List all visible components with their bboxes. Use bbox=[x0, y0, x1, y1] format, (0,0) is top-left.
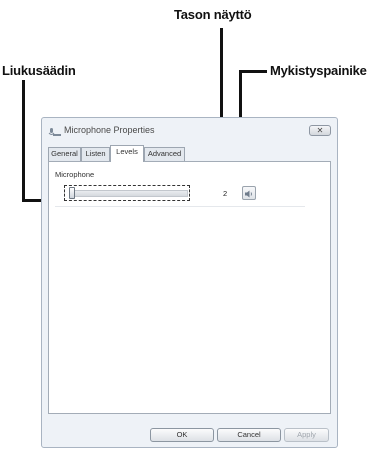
tab-advanced[interactable]: Advanced bbox=[144, 147, 185, 161]
tab-listen[interactable]: Listen bbox=[81, 147, 110, 161]
leader-line-slider bbox=[22, 80, 25, 202]
apply-button[interactable]: Apply bbox=[284, 428, 329, 442]
dialog-title: Microphone Properties bbox=[64, 125, 155, 135]
level-slider[interactable] bbox=[64, 185, 190, 201]
levels-panel: Microphone 2 bbox=[48, 161, 331, 414]
callout-mute-button: Mykistyspainike bbox=[270, 63, 367, 78]
level-value-display: 2 bbox=[223, 189, 228, 198]
mute-button[interactable] bbox=[242, 186, 256, 200]
slider-track[interactable] bbox=[70, 190, 188, 197]
close-icon: ✕ bbox=[316, 126, 324, 135]
close-button[interactable]: ✕ bbox=[309, 125, 331, 136]
title-bar[interactable]: Microphone Properties ✕ bbox=[42, 118, 337, 144]
device-label: Microphone bbox=[55, 170, 95, 179]
callout-level-display: Tason näyttö bbox=[174, 7, 252, 22]
slider-thumb[interactable] bbox=[69, 187, 75, 199]
tab-general[interactable]: General bbox=[48, 147, 81, 161]
microphone-properties-dialog: Microphone Properties ✕ General Listen L… bbox=[41, 117, 338, 448]
cancel-button[interactable]: Cancel bbox=[217, 428, 281, 442]
group-divider bbox=[55, 206, 305, 207]
speaker-icon bbox=[243, 187, 255, 204]
leader-line-mute-horizontal bbox=[239, 70, 267, 73]
tab-levels[interactable]: Levels bbox=[110, 145, 144, 162]
microphone-icon bbox=[48, 125, 62, 137]
callout-slider: Liukusäädin bbox=[2, 63, 76, 78]
ok-button[interactable]: OK bbox=[150, 428, 214, 442]
